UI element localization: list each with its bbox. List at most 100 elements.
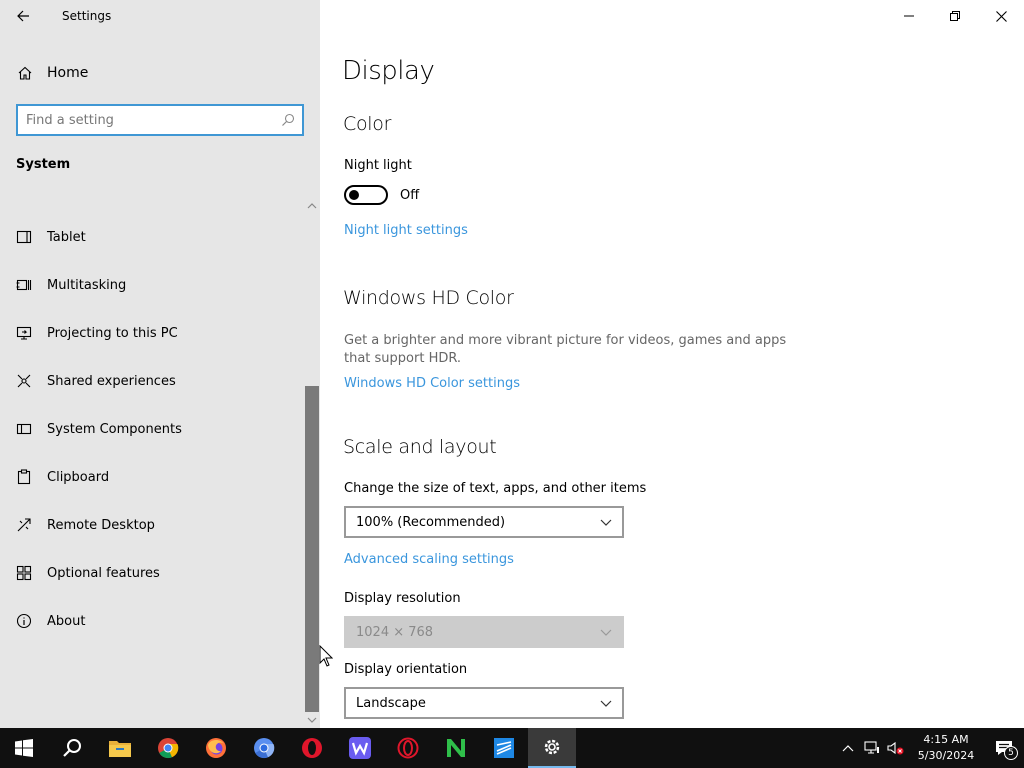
clock[interactable]: 4:15 AM 5/30/2024 [912, 732, 980, 764]
network-button[interactable] [860, 728, 884, 768]
sidebar-item-label: System Components [47, 421, 182, 437]
sidebar-item-multitasking[interactable]: Multitasking [0, 261, 304, 309]
chrome-icon [158, 738, 179, 759]
volume-button[interactable] [884, 728, 908, 768]
scale-dropdown[interactable]: 100% (Recommended) [344, 506, 624, 538]
show-hidden-icons-button[interactable] [836, 728, 860, 768]
action-center-button[interactable]: 5 [984, 728, 1024, 768]
advanced-scaling-link[interactable]: Advanced scaling settings [344, 552, 514, 567]
clipboard-icon [15, 468, 33, 486]
sidebar-nav: Tablet Multitasking Projecting to this P… [0, 213, 304, 645]
firefox-icon [206, 738, 226, 758]
clock-time: 4:15 AM [923, 733, 969, 746]
night-light-toggle[interactable] [344, 185, 388, 205]
scale-layout-heading: Scale and layout [343, 436, 497, 458]
windows-start-icon [15, 739, 33, 757]
scale-dropdown-value: 100% (Recommended) [356, 514, 506, 530]
sidebar: Settings Home System Tablet Mul [0, 0, 320, 728]
restore-button[interactable] [932, 0, 978, 32]
network-icon [864, 741, 879, 754]
settings-icon [544, 739, 560, 755]
orientation-dropdown[interactable]: Landscape [344, 687, 624, 719]
sidebar-item-label: Tablet [47, 229, 86, 245]
system-components-icon [15, 420, 33, 438]
taskbar-opera-gx[interactable] [384, 728, 432, 768]
sidebar-item-label: Projecting to this PC [47, 325, 178, 341]
start-button[interactable] [0, 728, 48, 768]
taskbar-settings[interactable] [528, 728, 576, 768]
clock-date: 5/30/2024 [917, 749, 975, 762]
sidebar-item-label: Multitasking [47, 277, 127, 293]
notification-count-badge: 5 [1004, 746, 1018, 760]
taskbar-chromium[interactable] [240, 728, 288, 768]
back-arrow-icon [17, 10, 29, 22]
scale-size-label: Change the size of text, apps, and other… [344, 481, 647, 496]
home-label: Home [47, 65, 89, 81]
chevron-up-icon [842, 745, 854, 752]
app-n-icon [447, 739, 465, 757]
scroll-down-button[interactable] [304, 712, 320, 728]
chevron-down-icon [307, 717, 317, 723]
volume-muted-icon [887, 741, 904, 755]
system-tray: 4:15 AM 5/30/2024 5 [836, 728, 1024, 768]
search-box[interactable] [16, 104, 304, 136]
sidebar-item-label: Optional features [47, 565, 160, 581]
sidebar-item-label: About [47, 613, 86, 629]
resolution-label: Display resolution [344, 591, 461, 606]
page-title: Display [342, 56, 435, 86]
chevron-down-icon [600, 519, 612, 526]
window-controls [886, 0, 1024, 32]
chromium-icon [254, 738, 275, 759]
sidebar-item-clipboard[interactable]: Clipboard [0, 453, 304, 501]
title-bar: Settings [0, 0, 320, 32]
resolution-dropdown[interactable]: 1024 × 768 [344, 616, 624, 648]
info-icon [15, 612, 33, 630]
sidebar-item-projecting[interactable]: Projecting to this PC [0, 309, 304, 357]
opera-gx-icon [397, 737, 419, 759]
taskbar-app-s[interactable] [480, 728, 528, 768]
sidebar-item-remote-desktop[interactable]: Remote Desktop [0, 501, 304, 549]
orientation-label: Display orientation [344, 662, 468, 677]
home-icon [17, 65, 33, 81]
color-heading: Color [343, 113, 392, 135]
taskbar-search-button[interactable] [48, 728, 96, 768]
taskbar-app-n[interactable] [432, 728, 480, 768]
sidebar-item-label: Shared experiences [47, 373, 176, 389]
search-input[interactable] [18, 106, 274, 134]
taskbar-chrome[interactable] [144, 728, 192, 768]
search-icon [63, 739, 81, 757]
tablet-icon [15, 228, 33, 246]
sidebar-item-system-components[interactable]: System Components [0, 405, 304, 453]
search-icon[interactable] [274, 113, 302, 127]
opera-icon [302, 738, 322, 758]
taskbar: 4:15 AM 5/30/2024 5 [0, 728, 1024, 768]
taskbar-firefox[interactable] [192, 728, 240, 768]
sidebar-item-optional-features[interactable]: Optional features [0, 549, 304, 597]
sidebar-item-tablet[interactable]: Tablet [0, 213, 304, 261]
app-w-icon [349, 737, 371, 759]
shared-experiences-icon [15, 372, 33, 390]
multitasking-icon [15, 276, 33, 294]
night-light-state: Off [400, 187, 420, 203]
sidebar-item-home[interactable]: Home [0, 56, 320, 90]
scroll-up-button[interactable] [304, 198, 320, 214]
hd-color-heading: Windows HD Color [343, 287, 514, 309]
close-button[interactable] [978, 0, 1024, 32]
taskbar-app-w[interactable] [336, 728, 384, 768]
night-light-settings-link[interactable]: Night light settings [344, 223, 468, 238]
chevron-down-icon [600, 700, 612, 707]
app-title: Settings [62, 9, 112, 23]
back-button[interactable] [0, 0, 46, 32]
minimize-button[interactable] [886, 0, 932, 32]
night-light-label: Night light [344, 158, 412, 173]
hd-color-settings-link[interactable]: Windows HD Color settings [344, 376, 520, 391]
close-icon [995, 10, 1007, 22]
sidebar-scrollbar-thumb[interactable] [305, 386, 319, 712]
sidebar-item-about[interactable]: About [0, 597, 304, 645]
taskbar-opera[interactable] [288, 728, 336, 768]
taskbar-file-explorer[interactable] [96, 728, 144, 768]
remote-desktop-icon [15, 516, 33, 534]
sidebar-item-shared-experiences[interactable]: Shared experiences [0, 357, 304, 405]
hd-color-description: Get a brighter and more vibrant picture … [344, 333, 787, 366]
restore-icon [950, 11, 960, 21]
